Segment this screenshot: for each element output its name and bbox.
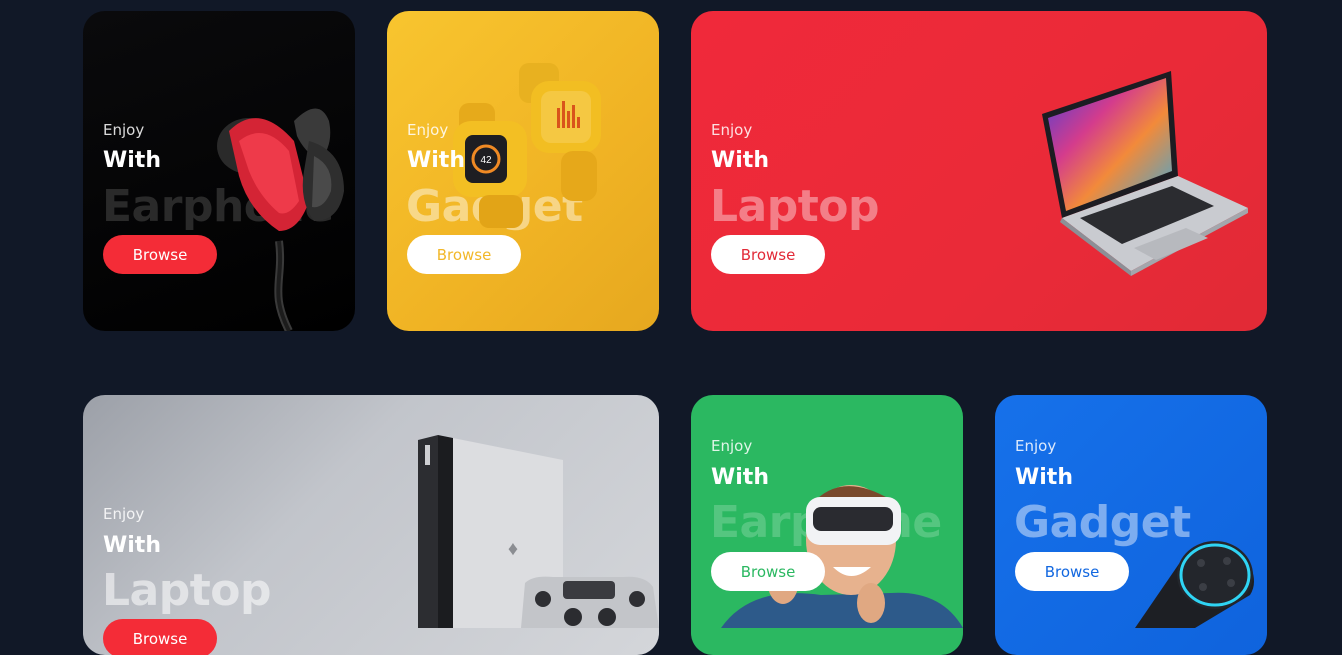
console-promo-card: Enjoy With Laptop ♦ Browse bbox=[83, 395, 659, 655]
card-eyebrow: Enjoy bbox=[1015, 437, 1057, 455]
vr-promo-card: Enjoy With Earphone Browse bbox=[691, 395, 963, 655]
card-eyebrow: Enjoy bbox=[103, 121, 145, 139]
card-with: With bbox=[711, 465, 769, 490]
gadget-promo-card: Enjoy With Gadget 42 Browse bbox=[387, 11, 659, 331]
card-title: Laptop bbox=[710, 181, 879, 232]
card-eyebrow: Enjoy bbox=[103, 505, 145, 523]
card-with: With bbox=[103, 533, 161, 558]
card-with: With bbox=[711, 148, 769, 173]
browse-button[interactable]: Browse bbox=[407, 235, 521, 274]
smart-speaker-image bbox=[1135, 541, 1254, 628]
card-eyebrow: Enjoy bbox=[711, 437, 753, 455]
browse-button[interactable]: Browse bbox=[1015, 552, 1129, 591]
svg-text:42: 42 bbox=[480, 155, 492, 166]
browse-button[interactable]: Browse bbox=[711, 235, 825, 274]
card-with: With bbox=[407, 148, 465, 173]
card-eyebrow: Enjoy bbox=[407, 121, 449, 139]
earphone-image bbox=[217, 108, 344, 331]
smartwatch-image: 42 bbox=[453, 63, 601, 228]
laptop-image bbox=[1042, 71, 1248, 276]
browse-button[interactable]: Browse bbox=[711, 552, 825, 591]
card-with: With bbox=[103, 148, 161, 173]
speaker-promo-card: Enjoy With Gadget Browse bbox=[995, 395, 1267, 655]
earphone-promo-card: Enjoy With Earphone Browse bbox=[83, 11, 355, 331]
svg-text:♦: ♦ bbox=[508, 538, 518, 560]
browse-button[interactable]: Browse bbox=[103, 619, 217, 655]
browse-button[interactable]: Browse bbox=[103, 235, 217, 274]
card-with: With bbox=[1015, 465, 1073, 490]
laptop-promo-card: Enjoy With Laptop Browse bbox=[691, 11, 1267, 331]
card-title: Laptop bbox=[102, 565, 271, 616]
console-image: ♦ bbox=[418, 435, 659, 628]
card-eyebrow: Enjoy bbox=[711, 121, 753, 139]
